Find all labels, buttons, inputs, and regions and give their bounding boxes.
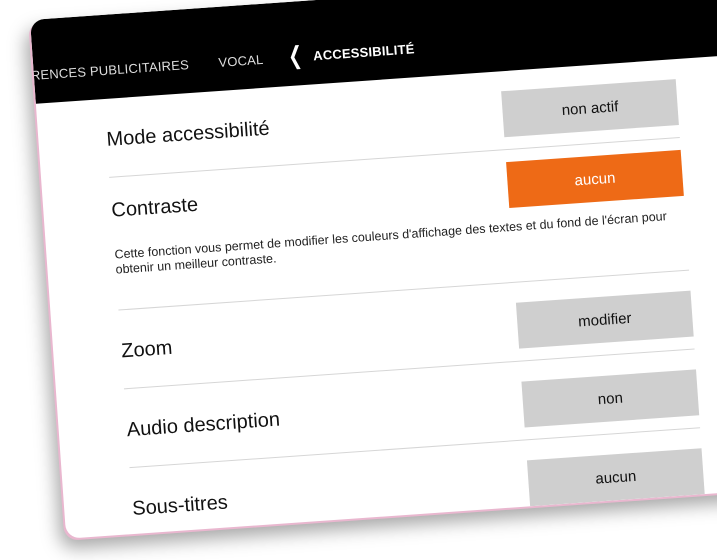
setting-label: Audio description (126, 408, 281, 442)
setting-label: Sous-titres (131, 491, 229, 521)
setting-label: Mode accessibilité (105, 117, 271, 151)
audio-description-button[interactable]: non (521, 369, 700, 428)
contraste-description: Cette fonction vous permet de modifier l… (114, 209, 668, 277)
setting-label: Contraste (110, 193, 199, 222)
chevron-left-icon[interactable]: ❮ (287, 41, 303, 71)
breadcrumb-accessibilite: ACCESSIBILITÉ (312, 41, 416, 64)
settings-list: Mode accessibilité non actif Contraste a… (36, 54, 717, 539)
sous-titres-button[interactable]: aucun (526, 448, 705, 507)
tv-screen: FÉRENCES PUBLICITAIRES VOCAL ❮ ACCESSIBI… (30, 0, 717, 539)
contraste-button[interactable]: aucun (506, 149, 684, 209)
breadcrumb-preferences-publicitaires[interactable]: FÉRENCES PUBLICITAIRES (30, 57, 189, 84)
setting-label: Zoom (120, 336, 174, 363)
breadcrumb-vocal[interactable]: VOCAL (218, 52, 264, 70)
zoom-button[interactable]: modifier (515, 290, 694, 349)
mode-accessibilite-button[interactable]: non actif (501, 79, 679, 138)
